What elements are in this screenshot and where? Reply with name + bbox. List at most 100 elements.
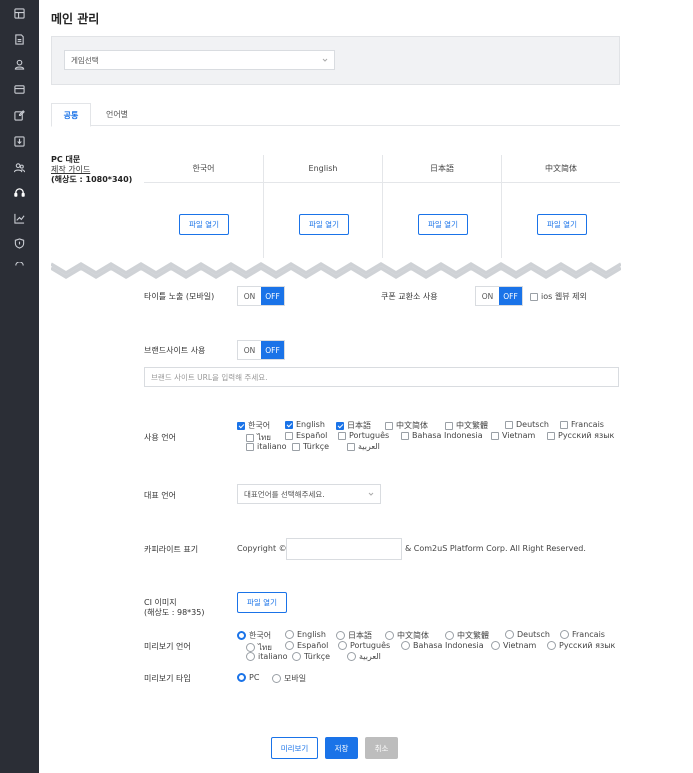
toggle-on[interactable]: ON	[238, 287, 261, 305]
language-radio-option[interactable]: Bahasa Indonesia	[401, 641, 484, 650]
file-open-button[interactable]: 파일 열기	[299, 214, 349, 235]
language-checkbox-option[interactable]: English	[285, 420, 325, 429]
language-checkbox-option[interactable]: العربية	[347, 442, 380, 451]
radio[interactable]	[445, 631, 454, 640]
download-box-icon[interactable]	[14, 136, 25, 147]
language-radio-option[interactable]: Deutsch	[505, 630, 550, 639]
language-radio-option[interactable]: English	[285, 630, 326, 639]
language-radio-option[interactable]: 中文简体	[385, 630, 429, 641]
language-checkbox-option[interactable]: Deutsch	[505, 420, 549, 429]
card-icon[interactable]	[14, 84, 25, 95]
language-checkbox-option[interactable]: Русский язык	[547, 431, 614, 440]
chart-icon[interactable]	[14, 213, 25, 224]
language-radio-option[interactable]: Português	[338, 641, 390, 650]
radio[interactable]	[246, 652, 255, 661]
language-radio-option[interactable]: Español	[285, 641, 328, 650]
language-radio-option[interactable]: Türkçe	[292, 652, 330, 661]
radio[interactable]	[560, 630, 569, 639]
checkbox[interactable]	[285, 431, 293, 440]
radio[interactable]	[285, 641, 294, 650]
language-radio-option[interactable]: 한국어	[237, 630, 271, 641]
language-checkbox-option[interactable]: 中文简体	[385, 420, 428, 431]
ios-exclude-checkbox[interactable]	[530, 292, 538, 301]
radio[interactable]	[547, 641, 556, 650]
radio[interactable]	[246, 643, 255, 652]
checkbox[interactable]	[560, 420, 568, 429]
radio[interactable]	[237, 631, 246, 640]
radio[interactable]	[347, 652, 356, 661]
language-checkbox-option[interactable]: Francais	[560, 420, 604, 429]
radio[interactable]	[292, 652, 301, 661]
default-language-select[interactable]: 대표언어를 선택해주세요.	[237, 484, 381, 504]
checkbox[interactable]	[505, 420, 513, 429]
users-icon[interactable]	[14, 162, 25, 173]
language-radio-option[interactable]: العربية	[347, 652, 381, 661]
language-radio-option[interactable]: Русский язык	[547, 641, 615, 650]
language-radio-option[interactable]: 中文繁體	[445, 630, 489, 641]
toggle-on[interactable]: ON	[238, 341, 261, 359]
radio-pc[interactable]	[237, 673, 246, 682]
language-checkbox-option[interactable]: 中文繁體	[445, 420, 488, 431]
coupon-toggle[interactable]: ON OFF	[475, 286, 523, 306]
game-select[interactable]: 게임선택	[64, 50, 335, 70]
checkbox[interactable]	[491, 431, 499, 440]
radio[interactable]	[285, 630, 294, 639]
checkbox[interactable]	[347, 442, 355, 451]
language-radio-option[interactable]: Francais	[560, 630, 605, 639]
checkbox[interactable]	[338, 431, 346, 440]
radio-mobile[interactable]	[272, 674, 281, 683]
language-checkbox-option[interactable]: Español	[285, 431, 327, 440]
preview-type-mobile[interactable]: 모바일	[272, 673, 306, 684]
file-open-button[interactable]: 파일 열기	[537, 214, 587, 235]
language-checkbox-option[interactable]: Português	[338, 431, 389, 440]
checkbox[interactable]	[385, 421, 393, 430]
document-icon[interactable]	[14, 34, 25, 45]
dashboard-icon[interactable]	[14, 8, 25, 19]
toggle-on[interactable]: ON	[476, 287, 499, 305]
language-radio-option[interactable]: 日本語	[336, 630, 372, 641]
language-radio-option[interactable]: Vietnam	[491, 641, 536, 650]
more-icon[interactable]	[14, 262, 25, 268]
toggle-off[interactable]: OFF	[261, 341, 284, 359]
language-checkbox-option[interactable]: italiano	[246, 442, 287, 451]
edit-icon[interactable]	[14, 110, 25, 121]
preview-button[interactable]: 미리보기	[271, 737, 318, 759]
brand-site-toggle[interactable]: ON OFF	[237, 340, 285, 360]
user-icon[interactable]	[14, 59, 25, 70]
language-checkbox-option[interactable]: Türkçe	[292, 442, 329, 451]
language-checkbox-option[interactable]: Bahasa Indonesia	[401, 431, 483, 440]
radio[interactable]	[505, 630, 514, 639]
checkbox[interactable]	[246, 442, 254, 451]
checkbox[interactable]	[292, 442, 300, 451]
radio[interactable]	[336, 631, 345, 640]
radio[interactable]	[491, 641, 500, 650]
save-button[interactable]: 저장	[325, 737, 358, 759]
ci-file-open-button[interactable]: 파일 열기	[237, 592, 287, 613]
checkbox[interactable]	[285, 420, 293, 429]
title-exposure-toggle[interactable]: ON OFF	[237, 286, 285, 306]
shield-icon[interactable]	[14, 238, 25, 249]
checkbox[interactable]	[237, 421, 245, 430]
cancel-button[interactable]: 취소	[365, 737, 398, 759]
ios-exclude-option[interactable]: ios 웹뷰 제외	[530, 291, 587, 302]
preview-type-pc[interactable]: PC	[237, 673, 259, 682]
checkbox[interactable]	[547, 431, 555, 440]
language-checkbox-option[interactable]: 日本語	[336, 420, 371, 431]
radio[interactable]	[385, 631, 394, 640]
guide-link[interactable]: 제작 가이드	[51, 165, 141, 175]
copyright-input[interactable]	[286, 538, 402, 560]
toggle-off[interactable]: OFF	[499, 287, 522, 305]
checkbox[interactable]	[336, 421, 344, 430]
headset-icon[interactable]	[14, 187, 25, 198]
language-radio-option[interactable]: italiano	[246, 652, 288, 661]
language-checkbox-option[interactable]: Vietnam	[491, 431, 535, 440]
file-open-button[interactable]: 파일 열기	[418, 214, 468, 235]
radio[interactable]	[401, 641, 410, 650]
toggle-off[interactable]: OFF	[261, 287, 284, 305]
checkbox[interactable]	[445, 421, 453, 430]
radio[interactable]	[338, 641, 347, 650]
brand-site-url-input[interactable]: 브랜드 사이트 URL을 입력해 주세요.	[144, 367, 619, 387]
checkbox[interactable]	[401, 431, 409, 440]
file-open-button[interactable]: 파일 열기	[179, 214, 229, 235]
language-checkbox-option[interactable]: 한국어	[237, 420, 270, 431]
